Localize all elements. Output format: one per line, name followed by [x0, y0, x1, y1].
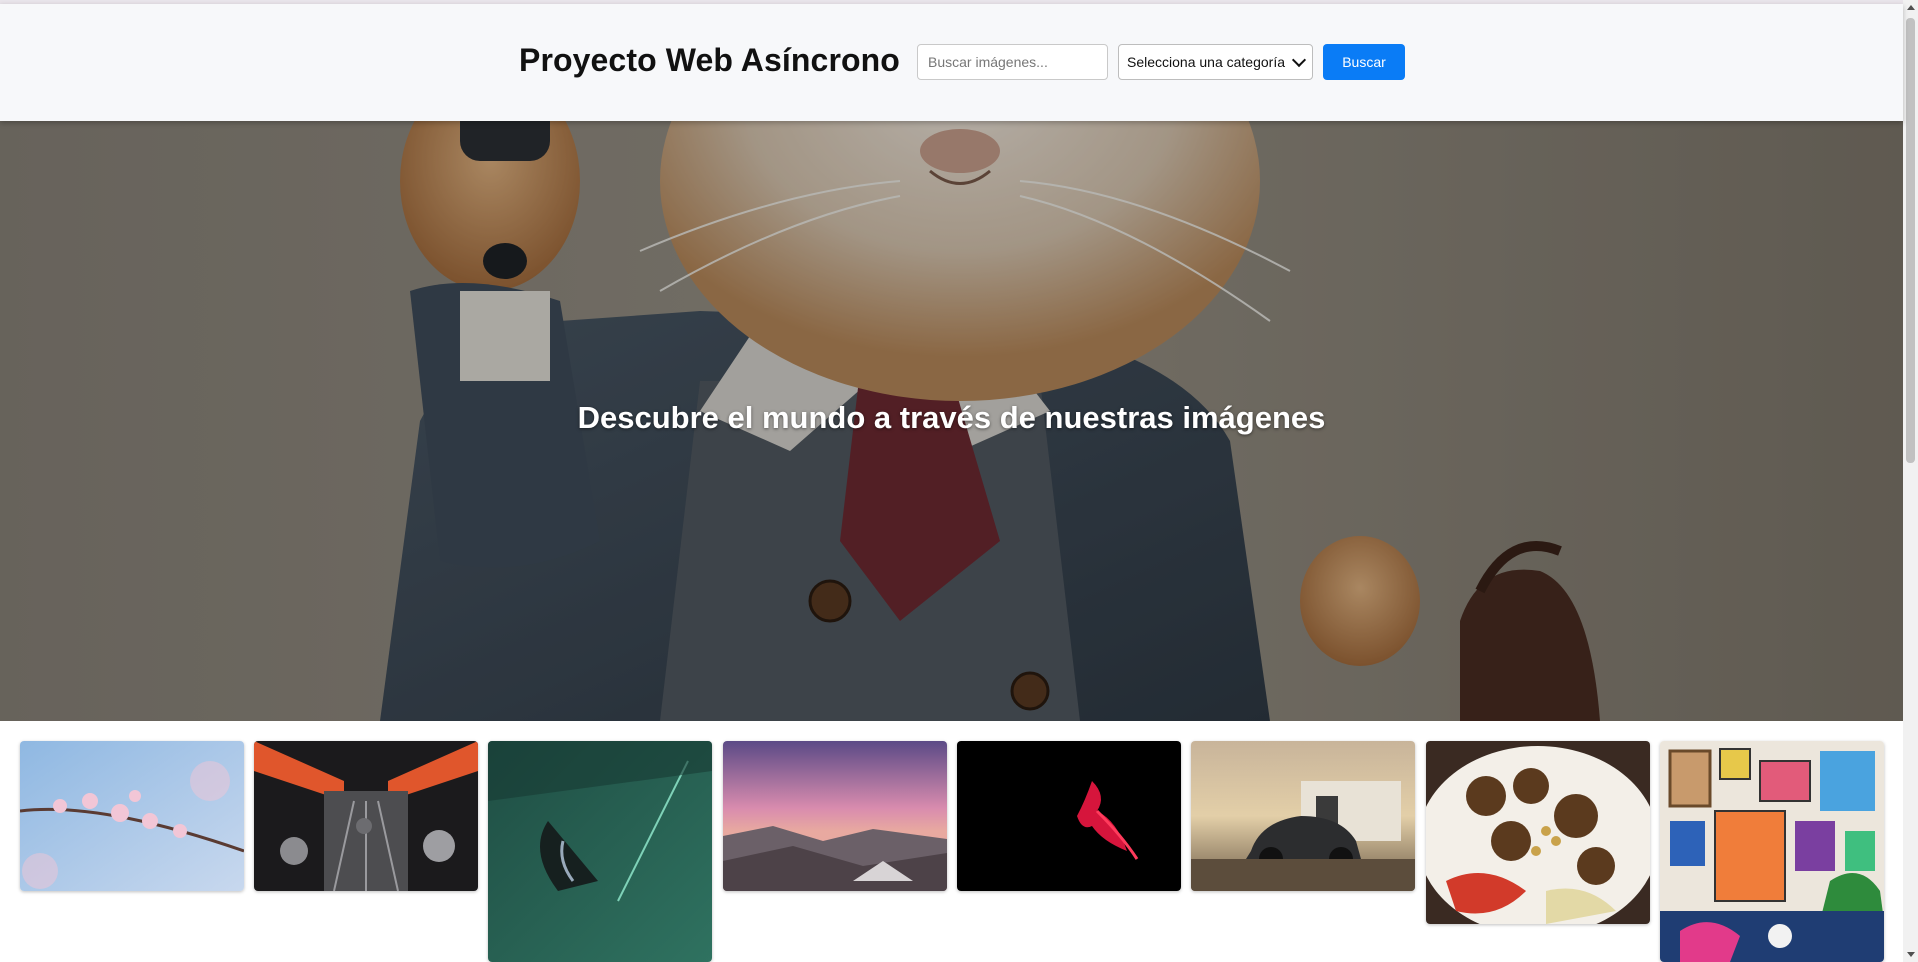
falafel-plate-image: [1426, 741, 1650, 924]
image-gallery: [20, 741, 1890, 962]
search-input[interactable]: [917, 44, 1108, 80]
scroll-down-icon[interactable]: [1907, 952, 1915, 957]
site-header: Proyecto Web Asíncrono Selecciona una ca…: [0, 4, 1903, 121]
hero-banner: Descubre el mundo a través de nuestras i…: [0, 121, 1903, 721]
gallery-item[interactable]: [957, 741, 1181, 891]
category-select-value: Selecciona una categoría: [1127, 54, 1285, 70]
escalator-image: [254, 741, 478, 891]
scroll-up-icon[interactable]: [1907, 5, 1915, 10]
gallery-item[interactable]: [723, 741, 947, 891]
red-fish-image: [957, 741, 1181, 891]
chevron-down-icon: [1291, 52, 1307, 68]
category-select[interactable]: Selecciona una categoría: [1118, 44, 1313, 80]
cherry-blossom-image: [20, 741, 244, 891]
black-car-image: [1191, 741, 1415, 891]
gallery-item[interactable]: [1191, 741, 1415, 891]
scrollbar-thumb[interactable]: [1906, 18, 1915, 463]
gallery-item[interactable]: [488, 741, 712, 962]
gallery-item[interactable]: [1426, 741, 1650, 924]
art-wall-image: [1660, 741, 1884, 962]
green-car-image: [488, 741, 712, 962]
hero-title: Descubre el mundo a través de nuestras i…: [577, 400, 1326, 435]
gallery-item[interactable]: [254, 741, 478, 891]
gallery-item[interactable]: [1660, 741, 1884, 962]
page: Proyecto Web Asíncrono Selecciona una ca…: [0, 0, 1918, 962]
site-title: Proyecto Web Asíncrono: [519, 42, 900, 78]
pink-sunset-image: [723, 741, 947, 891]
vertical-scrollbar[interactable]: [1903, 0, 1918, 962]
gallery-item[interactable]: [20, 741, 244, 891]
search-button[interactable]: Buscar: [1323, 44, 1405, 80]
